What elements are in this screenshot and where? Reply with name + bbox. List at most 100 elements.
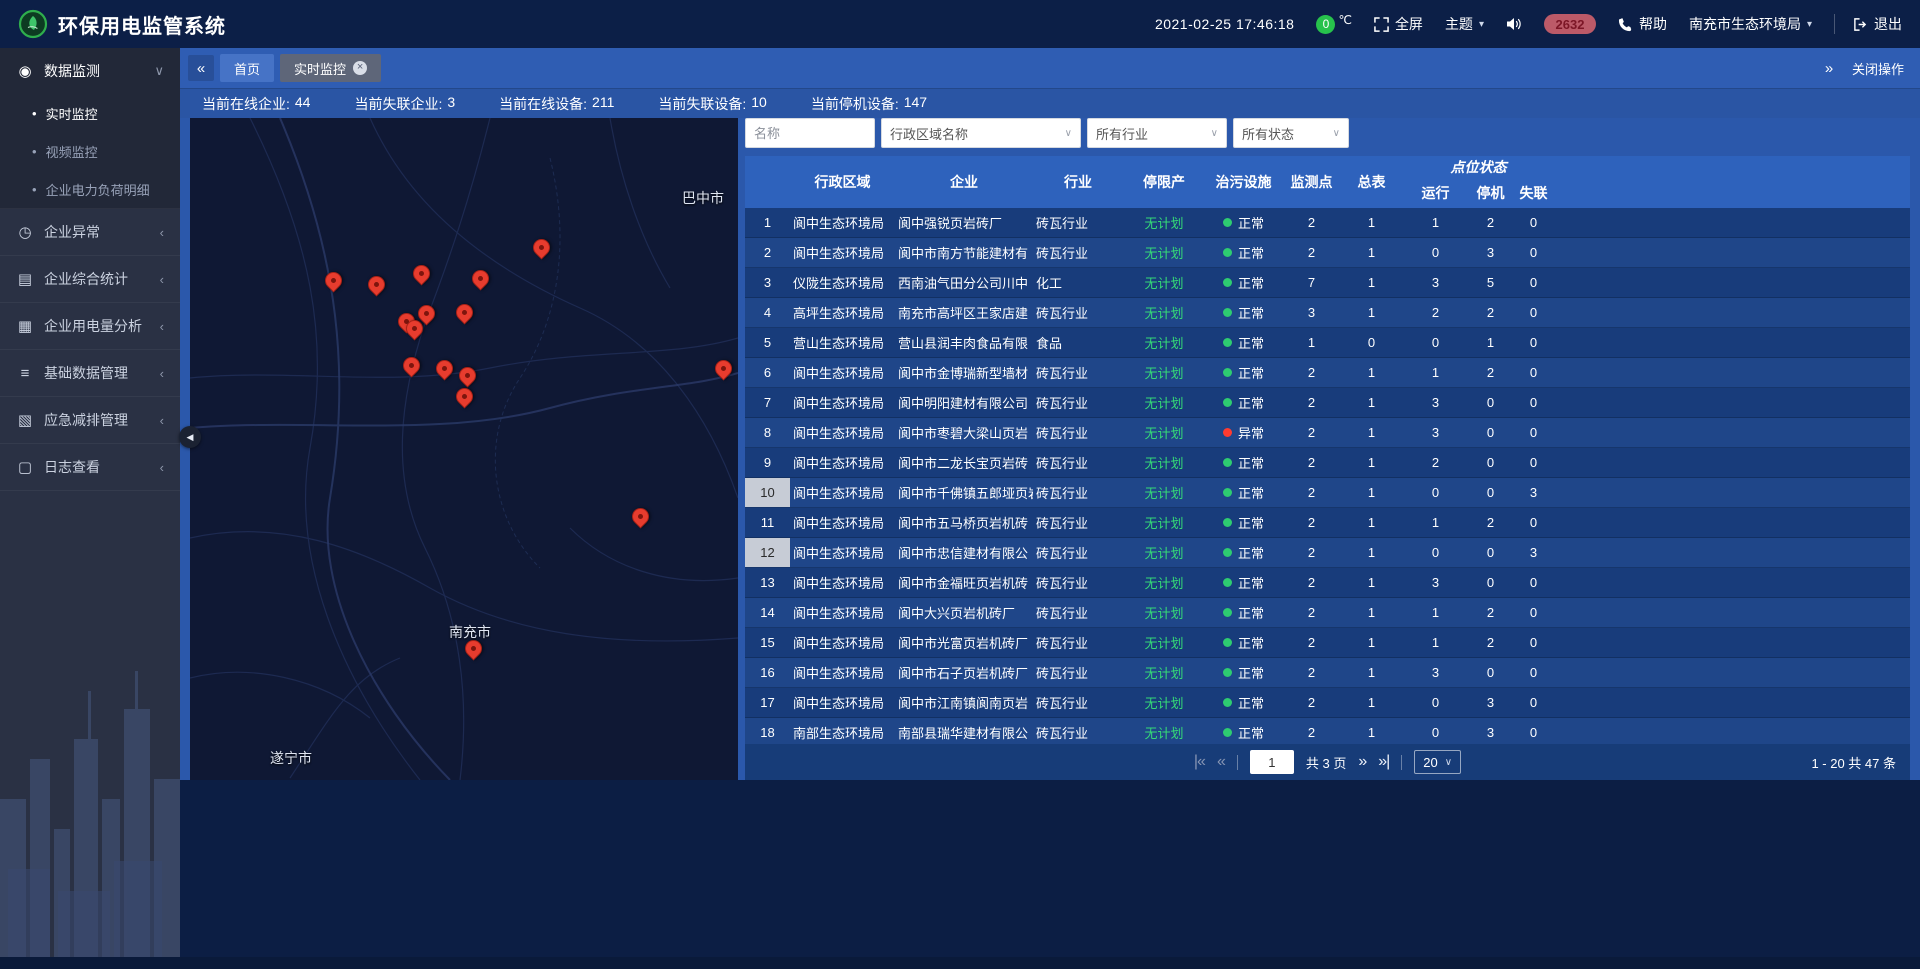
theme-dropdown[interactable]: 主题 ▾ [1445, 14, 1484, 34]
table-row[interactable]: 18 南部生态环境局 南部县瑞华建材有限公 砖瓦行业 无计划 正常 2 1 0 … [745, 718, 1910, 744]
table-row[interactable]: 8 阆中生态环境局 阆中市枣碧大梁山页岩 砖瓦行业 无计划 异常 2 1 3 0… [745, 418, 1910, 448]
organization-dropdown[interactable]: 南充市生态环境局 ▾ [1689, 14, 1812, 34]
limit-production-cell: 无计划 [1123, 658, 1205, 687]
fullscreen-button[interactable]: 全屏 [1374, 14, 1423, 34]
col-facility: 治污设施 [1205, 156, 1282, 208]
lost-cell: 0 [1512, 358, 1555, 387]
close-operations-button[interactable]: 关闭操作 [1852, 59, 1904, 78]
region-cell: 阆中生态环境局 [790, 628, 895, 657]
table-row[interactable]: 1 阆中生态环境局 阆中强锐页岩砖厂 砖瓦行业 无计划 正常 2 1 1 2 0 [745, 208, 1910, 238]
limit-production-cell: 无计划 [1123, 328, 1205, 357]
table-row[interactable]: 14 阆中生态环境局 阆中大兴页岩机砖厂 砖瓦行业 无计划 正常 2 1 1 2… [745, 598, 1910, 628]
speaker-icon [1506, 17, 1522, 31]
row-number-cell: 1 [745, 208, 790, 237]
total-meter-cell: 1 [1341, 598, 1402, 627]
sidebar-item-emergency[interactable]: ▧ 应急减排管理 ‹ [0, 397, 180, 443]
sidebar-item-company-stats[interactable]: ▤ 企业综合统计 ‹ [0, 256, 180, 302]
table-row[interactable]: 11 阆中生态环境局 阆中市五马桥页岩机砖 砖瓦行业 无计划 正常 2 1 1 … [745, 508, 1910, 538]
table-row[interactable]: 16 阆中生态环境局 阆中市石子页岩机砖厂 砖瓦行业 无计划 正常 2 1 3 … [745, 658, 1910, 688]
company-cell: 阆中市五马桥页岩机砖 [895, 508, 1033, 537]
table-row[interactable]: 5 营山生态环境局 营山县润丰肉食品有限 食品 无计划 正常 1 0 0 1 0 [745, 328, 1910, 358]
table-row[interactable]: 6 阆中生态环境局 阆中市金博瑞新型墙材 砖瓦行业 无计划 正常 2 1 1 2… [745, 358, 1910, 388]
lost-cell: 0 [1512, 658, 1555, 687]
first-page-button[interactable]: |« [1194, 754, 1205, 770]
status-select[interactable]: 所有状态 ∨ [1233, 118, 1349, 148]
running-cell: 3 [1402, 568, 1469, 597]
pagination-bar: |« « 共 3 页 » »| 20 ∨ [745, 744, 1910, 780]
sidebar-item-base-data[interactable]: ≡ 基础数据管理 ‹ [0, 350, 180, 396]
logout-button[interactable]: 退出 [1834, 14, 1902, 34]
table-row[interactable]: 4 高坪生态环境局 南充市高坪区王家店建 砖瓦行业 无计划 正常 3 1 2 2… [745, 298, 1910, 328]
region-cell: 阆中生态环境局 [790, 598, 895, 627]
sidebar-item-power-analysis[interactable]: ▦ 企业用电量分析 ‹ [0, 303, 180, 349]
col-company: 企业 [895, 156, 1033, 208]
sidebar-item-company-abnormal[interactable]: ◷ 企业异常 ‹ [0, 209, 180, 255]
filler-cell [1555, 478, 1910, 507]
help-button[interactable]: 帮助 [1618, 14, 1667, 34]
monitor-points-cell: 1 [1282, 328, 1341, 357]
sidebar-item-data-monitor[interactable]: ◉ 数据监测 ∨ [0, 48, 180, 94]
filler-cell [1555, 238, 1910, 267]
next-page-button[interactable]: » [1358, 754, 1366, 770]
sidebar-item-power-load-detail[interactable]: • 企业电力负荷明细 [0, 170, 180, 208]
prev-page-button[interactable]: « [1217, 754, 1225, 770]
facility-status-dot [1223, 578, 1232, 587]
industry-cell: 砖瓦行业 [1033, 508, 1123, 537]
sidebar-item-logs[interactable]: ▢ 日志查看 ‹ [0, 444, 180, 490]
col-meter: 总表 [1341, 156, 1402, 208]
map-roads [190, 118, 738, 780]
table-row[interactable]: 3 仪陇生态环境局 西南油气田分公司川中 化工 无计划 正常 7 1 3 5 0 [745, 268, 1910, 298]
facility-status-dot [1223, 608, 1232, 617]
last-page-button[interactable]: »| [1378, 754, 1389, 770]
tab-realtime-monitor[interactable]: 实时监控 × [280, 54, 381, 82]
facility-cell: 正常 [1205, 238, 1282, 267]
table-row[interactable]: 2 阆中生态环境局 阆中市南方节能建材有 砖瓦行业 无计划 正常 2 1 0 3… [745, 238, 1910, 268]
companies-table: 行政区域 企业 行业 停限产 治污设施 监测点 总表 点位状态 运行 停机 失联 [745, 156, 1910, 744]
stopped-cell: 5 [1469, 268, 1512, 297]
table-row[interactable]: 13 阆中生态环境局 阆中市金福旺页岩机砖 砖瓦行业 无计划 正常 2 1 3 … [745, 568, 1910, 598]
table-row[interactable]: 15 阆中生态环境局 阆中市光富页岩机砖厂 砖瓦行业 无计划 正常 2 1 1 … [745, 628, 1910, 658]
row-number-cell: 3 [745, 268, 790, 297]
sidebar-item-video-monitor[interactable]: • 视频监控 [0, 132, 180, 170]
page-size-select[interactable]: 20 ∨ [1414, 750, 1461, 774]
limit-production-cell: 无计划 [1123, 688, 1205, 717]
monitor-points-cell: 2 [1282, 628, 1341, 657]
scroll-tabs-left-button[interactable]: « [188, 55, 214, 81]
facility-cell: 异常 [1205, 418, 1282, 447]
tab-home[interactable]: 首页 [220, 54, 274, 82]
table-row[interactable]: 12 阆中生态环境局 阆中市忠信建材有限公 砖瓦行业 无计划 正常 2 1 0 … [745, 538, 1910, 568]
facility-cell: 正常 [1205, 478, 1282, 507]
notification-badge[interactable]: 2632 [1544, 14, 1596, 34]
map-panel[interactable]: 巴中市南充市遂宁市 ◀ [190, 118, 738, 780]
table-row[interactable]: 17 阆中生态环境局 阆中市江南镇阆南页岩 砖瓦行业 无计划 正常 2 1 0 … [745, 688, 1910, 718]
industry-select[interactable]: 所有行业 ∨ [1087, 118, 1227, 148]
table-row[interactable]: 7 阆中生态环境局 阆中明阳建材有限公司 砖瓦行业 无计划 正常 2 1 3 0… [745, 388, 1910, 418]
collapse-map-button[interactable]: ◀ [179, 426, 201, 448]
limit-production-cell: 无计划 [1123, 568, 1205, 597]
row-number-cell: 13 [745, 568, 790, 597]
row-number-cell: 16 [745, 658, 790, 687]
table-body: 1 阆中生态环境局 阆中强锐页岩砖厂 砖瓦行业 无计划 正常 2 1 1 2 0… [745, 208, 1910, 744]
scroll-tabs-right-button[interactable]: » [1816, 55, 1842, 81]
name-search-input[interactable] [745, 118, 875, 148]
broadcast-button[interactable] [1506, 17, 1522, 31]
monitor-points-cell: 2 [1282, 478, 1341, 507]
stopped-cell: 2 [1469, 598, 1512, 627]
close-tab-icon[interactable]: × [353, 61, 367, 75]
lost-cell: 0 [1512, 568, 1555, 597]
limit-production-cell: 无计划 [1123, 718, 1205, 744]
monitor-points-cell: 2 [1282, 238, 1341, 267]
caret-down-icon: ∨ [1333, 128, 1340, 139]
table-row[interactable]: 10 阆中生态环境局 阆中市千佛镇五郎垭页岩 砖瓦行业 无计划 正常 2 1 0… [745, 478, 1910, 508]
stat-stopped-devices: 当前停机设备:147 [811, 94, 927, 114]
table-row[interactable]: 9 阆中生态环境局 阆中市二龙长宝页岩砖 砖瓦行业 无计划 正常 2 1 2 0… [745, 448, 1910, 478]
region-select[interactable]: 行政区域名称 ∨ [881, 118, 1081, 148]
filler-cell [1555, 568, 1910, 597]
row-number-cell: 12 [745, 538, 790, 567]
filler-cell [1555, 658, 1910, 687]
sidebar-item-realtime-monitor[interactable]: • 实时监控 [0, 94, 180, 132]
col-lost: 失联 [1512, 178, 1555, 208]
gauge-icon: ◉ [16, 62, 34, 80]
page-number-input[interactable] [1250, 750, 1294, 774]
bar-chart-icon: ▦ [16, 317, 34, 335]
